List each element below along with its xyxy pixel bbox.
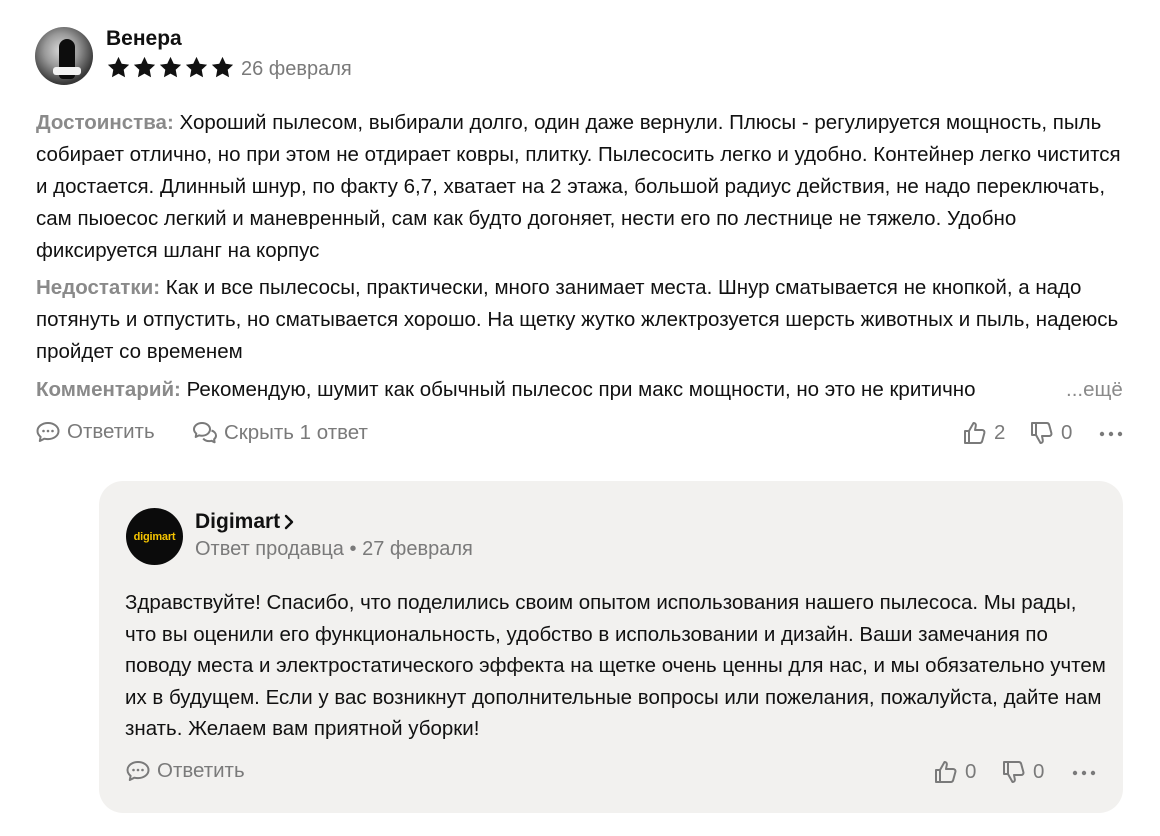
star-icon — [159, 56, 182, 78]
thumb-down-icon — [1031, 422, 1053, 444]
more-dots-icon — [1072, 770, 1096, 776]
seller-dislike-button[interactable]: 0 — [1001, 759, 1044, 785]
pros-label: Достоинства: — [36, 111, 174, 134]
like-count: 2 — [994, 421, 1006, 444]
seller-reply-label: Ответить — [157, 759, 245, 782]
cons-label: Недостатки: — [36, 276, 161, 299]
reply-button[interactable]: Ответить — [35, 420, 155, 444]
seller-logo-text: digimart — [133, 530, 176, 543]
star-icon — [185, 56, 208, 78]
chat-bubbles-icon — [193, 422, 217, 444]
author-avatar[interactable] — [35, 27, 93, 85]
star-icon — [107, 56, 130, 78]
thumb-up-icon — [964, 422, 986, 444]
seller-dislike-count: 0 — [1033, 760, 1045, 783]
chat-bubble-icon — [126, 761, 150, 781]
more-dots-icon — [1099, 431, 1123, 437]
meta-separator: • — [349, 538, 357, 560]
expand-more-link[interactable]: ...ещё — [1066, 374, 1123, 406]
hide-replies-button[interactable]: Скрыть 1 ответ — [192, 420, 368, 446]
seller-role: Ответ продавца — [195, 538, 344, 560]
seller-reply-text: Здравствуйте! Спасибо, что поделились св… — [125, 591, 1106, 740]
seller-name: Digimart — [195, 510, 281, 533]
reply-label: Ответить — [67, 420, 155, 443]
author-name[interactable]: Венера — [106, 27, 182, 51]
comment-section: Комментарий: Рекомендую, шумит как обычн… — [36, 374, 1061, 406]
dislike-count: 0 — [1061, 421, 1073, 444]
review-card: Венера 26 февраля Достоинства: Хороший п… — [0, 0, 1160, 836]
seller-meta: Ответ продавца • 27 февраля — [195, 538, 473, 561]
seller-more-options-button[interactable] — [1071, 759, 1097, 785]
comment-label: Комментарий: — [36, 378, 181, 401]
dislike-button[interactable]: 0 — [1029, 420, 1072, 446]
seller-like-button[interactable]: 0 — [933, 759, 976, 785]
pros-section: Достоинства: Хороший пылесом, выбирали д… — [36, 107, 1126, 267]
comment-text: Рекомендую, шумит как обычный пылесос пр… — [186, 378, 976, 401]
seller-reply-card: digimart Digimart Ответ продавца • 27 фе… — [99, 481, 1123, 813]
cons-section: Недостатки: Как и все пылесосы, практиче… — [36, 272, 1126, 368]
review-date: 26 февраля — [241, 58, 352, 80]
thumb-up-icon — [935, 761, 957, 783]
comment-fade — [980, 374, 1060, 406]
like-button[interactable]: 2 — [962, 420, 1005, 446]
more-options-button[interactable] — [1098, 420, 1124, 446]
cons-text: Как и все пылесосы, практически, много з… — [36, 276, 1119, 363]
chevron-right-icon — [284, 514, 294, 530]
hide-replies-label: Скрыть 1 ответ — [224, 421, 368, 444]
thumb-down-icon — [1003, 761, 1025, 783]
chat-bubble-icon — [36, 422, 60, 442]
seller-name-link[interactable]: Digimart — [195, 510, 296, 534]
seller-reply-button[interactable]: Ответить — [125, 759, 245, 783]
seller-reply-date: 27 февраля — [362, 538, 473, 560]
seller-logo[interactable]: digimart — [126, 508, 183, 565]
rating-stars — [106, 55, 235, 80]
seller-like-count: 0 — [965, 760, 977, 783]
star-icon — [211, 56, 234, 78]
star-icon — [133, 56, 156, 78]
pros-text: Хороший пылесом, выбирали долго, один да… — [36, 111, 1121, 262]
